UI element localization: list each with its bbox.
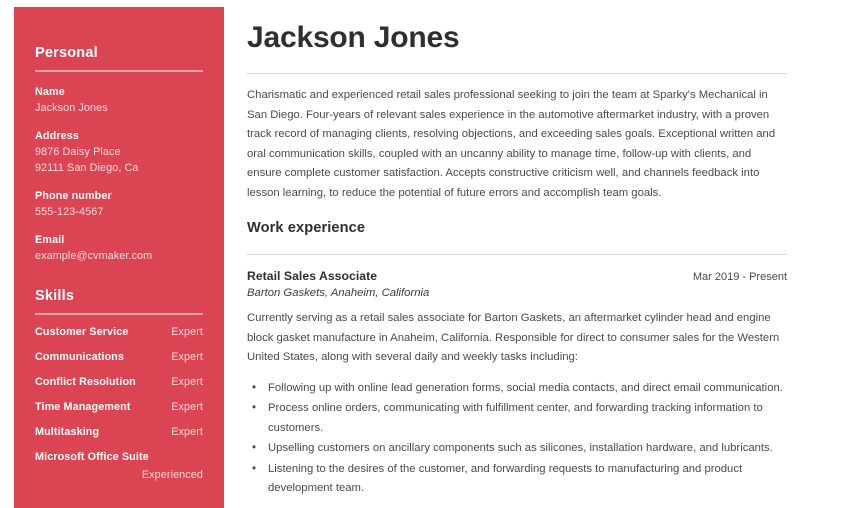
skills-section-title: Skills	[35, 288, 75, 304]
field-label: Name	[35, 86, 65, 98]
header-divider	[247, 73, 787, 74]
field-label: Phone number	[35, 190, 112, 202]
list-item: Process online orders, communicating wit…	[247, 399, 787, 438]
resume-page: Personal Name Jackson Jones Address 9876…	[0, 0, 844, 508]
work-experience-divider	[247, 254, 787, 255]
skill-name: Communications	[35, 351, 124, 363]
field-label: Address	[35, 130, 79, 142]
list-item: Upselling customers on ancillary compone…	[247, 439, 787, 459]
work-experience-heading: Work experience	[247, 220, 366, 236]
personal-divider	[35, 70, 203, 72]
skill-level: Expert	[171, 326, 203, 338]
profile-summary: Charismatic and experienced retail sales…	[247, 89, 776, 199]
skill-row: Microsoft Office Suite Experienced	[35, 450, 203, 483]
skill-level: Experienced	[141, 469, 203, 481]
list-item: Following up with online lead generation…	[247, 379, 787, 399]
skills-section: Skills Customer Service Expert Communica…	[35, 288, 203, 483]
personal-section: Personal Name Jackson Jones Address 9876…	[35, 45, 203, 264]
skill-level: Expert	[171, 351, 203, 363]
main-content: Jackson Jones Charismatic and experience…	[247, 0, 787, 499]
skill-name: Customer Service	[35, 326, 129, 338]
skill-name: Time Management	[35, 401, 131, 413]
field-value: example@cvmaker.com	[35, 250, 153, 262]
personal-field-email: Email example@cvmaker.com	[35, 233, 203, 264]
sidebar: Personal Name Jackson Jones Address 9876…	[14, 7, 224, 508]
skill-name: Multitasking	[35, 426, 100, 438]
skill-row: Communications Expert	[35, 350, 203, 365]
page-title: Jackson Jones	[247, 21, 460, 54]
skill-row: Conflict Resolution Expert	[35, 375, 203, 390]
skill-name: Conflict Resolution	[35, 376, 136, 388]
skills-divider	[35, 313, 203, 315]
skill-row: Time Management Expert	[35, 400, 203, 415]
job-description: Currently serving as a retail sales asso…	[247, 312, 780, 363]
field-value-line-2: 92111 San Diego, Ca	[35, 162, 139, 174]
job-company: Barton Gaskets, Anaheim, California	[247, 287, 430, 299]
job-entry: Retail Sales Associate Mar 2019 - Presen…	[247, 269, 787, 499]
field-value: 555-123-4567	[35, 206, 104, 218]
job-bullet-list: Following up with online lead generation…	[247, 379, 787, 499]
skill-level: Expert	[171, 376, 203, 388]
personal-field-name: Name Jackson Jones	[35, 85, 203, 116]
skills-list: Customer Service Expert Communications E…	[35, 325, 203, 483]
personal-section-title: Personal	[35, 45, 98, 61]
job-header: Retail Sales Associate Mar 2019 - Presen…	[247, 269, 787, 283]
job-dates: Mar 2019 - Present	[692, 271, 787, 283]
skill-row: Customer Service Expert	[35, 325, 203, 340]
skill-name: Microsoft Office Suite	[35, 451, 149, 463]
personal-field-phone: Phone number 555-123-4567	[35, 189, 203, 220]
field-label: Email	[35, 234, 65, 246]
field-value-line-1: 9876 Daisy Place	[35, 146, 121, 158]
field-value: Jackson Jones	[35, 102, 108, 114]
skill-level: Expert	[171, 426, 203, 438]
skill-row: Multitasking Expert	[35, 425, 203, 440]
job-title: Retail Sales Associate	[247, 269, 378, 283]
list-item: Listening to the desires of the customer…	[247, 460, 787, 499]
skill-level: Expert	[171, 401, 203, 413]
personal-field-address: Address 9876 Daisy Place 92111 San Diego…	[35, 129, 203, 176]
